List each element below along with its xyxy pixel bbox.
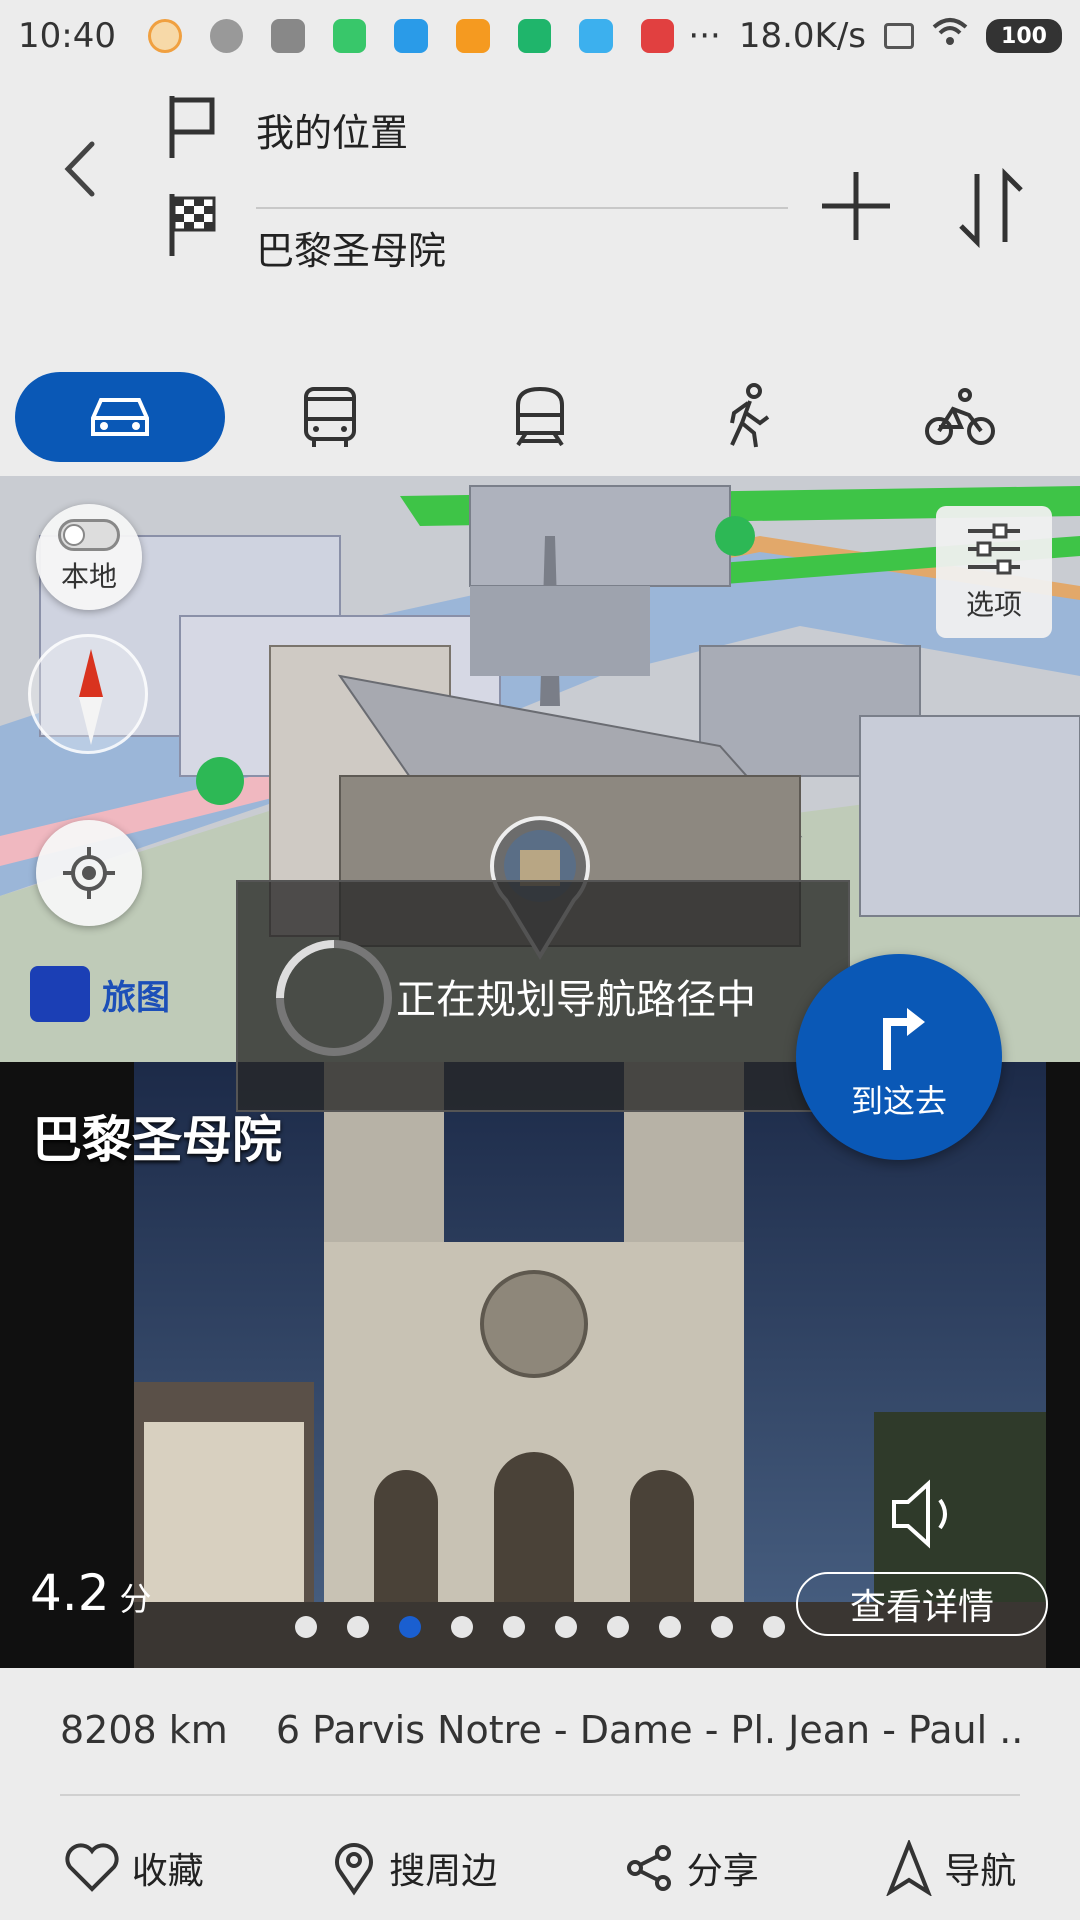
place-info: 8208 km 6 Parvis Notre - Dame - Pl. Jean… <box>0 1668 1080 1920</box>
battery-icon: 100 <box>986 19 1063 53</box>
toast-message: 正在规划导航路径中 <box>396 977 756 1023</box>
address: 6 Parvis Notre - Dame - Pl. Jean - Paul … <box>275 1708 1020 1752</box>
car-icon <box>91 398 149 436</box>
wifi-icon <box>932 16 968 56</box>
tab-walk[interactable] <box>645 372 855 462</box>
plus-icon <box>822 172 890 240</box>
locate-me-button[interactable] <box>36 820 142 926</box>
pager-dot[interactable] <box>763 1616 785 1638</box>
address-row: 8208 km 6 Parvis Notre - Dame - Pl. Jean… <box>60 1708 1020 1752</box>
turn-right-arrow-icon <box>883 1008 925 1070</box>
transport-mode-tabs <box>0 356 1080 476</box>
swap-route-button[interactable] <box>955 167 1027 249</box>
app-orange-icon <box>456 19 490 53</box>
brand-logo-icon <box>30 966 90 1022</box>
bike-icon <box>925 388 995 445</box>
distance: 8208 km <box>60 1708 228 1752</box>
favorite-label: 收藏 <box>131 1851 204 1892</box>
compass-icon[interactable] <box>28 634 148 754</box>
status-bar: 10:40 ··· 18.0K/s 100 <box>0 0 1080 72</box>
app-plane-icon <box>394 19 429 53</box>
local-label: 本地 <box>60 560 117 593</box>
start-location-field[interactable]: 我的位置 <box>256 102 408 157</box>
chevron-left-icon <box>64 141 95 197</box>
bus-icon <box>304 387 356 447</box>
app-red-icon <box>640 19 675 53</box>
swap-icon <box>959 167 1023 249</box>
sim-icon <box>884 23 915 49</box>
search-nearby-button[interactable]: 搜周边 <box>331 1840 497 1896</box>
share-label: 分享 <box>686 1851 759 1892</box>
pager-dot[interactable] <box>503 1616 525 1638</box>
share-button[interactable]: 分享 <box>625 1842 759 1894</box>
view-details-button[interactable]: 查看详情 <box>796 1572 1048 1636</box>
navigate-button[interactable]: 导航 <box>886 1840 1016 1896</box>
tab-train[interactable] <box>435 372 645 462</box>
status-time: 10:40 <box>18 16 116 56</box>
route-planning-toast: 正在规划导航路径中 <box>236 880 850 1112</box>
rating-unit: 分 <box>119 1580 152 1618</box>
app-green-icon <box>332 19 367 53</box>
upload-icon <box>271 19 305 53</box>
rating: 4.2 分 <box>30 1564 152 1622</box>
pager-dot[interactable] <box>711 1616 733 1638</box>
heart-icon <box>65 1843 119 1892</box>
app-teal-icon <box>517 19 552 53</box>
toggle-switch-icon <box>58 519 120 551</box>
back-button[interactable] <box>52 124 108 214</box>
pager-dot[interactable] <box>295 1616 317 1638</box>
app-plane2-icon <box>579 19 613 53</box>
walk-icon <box>730 383 770 448</box>
record-icon <box>209 19 244 53</box>
divider <box>256 207 788 209</box>
nearby-label: 搜周边 <box>389 1851 498 1892</box>
tab-bus[interactable] <box>225 372 435 462</box>
rating-value: 4.2 <box>30 1564 110 1622</box>
go-here-label: 到这去 <box>850 1082 947 1120</box>
share-icon <box>626 1845 671 1891</box>
pager-dot-active[interactable] <box>399 1616 421 1638</box>
photo-pager <box>295 1616 785 1638</box>
add-waypoint-button[interactable] <box>818 168 894 244</box>
speaker-icon <box>892 1479 947 1549</box>
action-bar: 收藏 搜周边 分享 导航 <box>0 1818 1080 1918</box>
navigate-label: 导航 <box>944 1851 1017 1892</box>
tab-car[interactable] <box>15 372 225 462</box>
audio-guide-button[interactable] <box>888 1478 954 1550</box>
tab-bike[interactable] <box>855 372 1065 462</box>
network-speed: 18.0K/s <box>738 16 867 56</box>
pager-dot[interactable] <box>451 1616 473 1638</box>
emoji-icon <box>147 19 182 53</box>
sliders-icon <box>968 523 1020 575</box>
crosshair-icon <box>63 847 115 899</box>
end-flag-icon <box>166 190 222 260</box>
pager-dot[interactable] <box>555 1616 577 1638</box>
favorite-button[interactable]: 收藏 <box>64 1842 204 1894</box>
options-button[interactable]: 选项 <box>936 506 1052 638</box>
brand-label: 旅图 <box>102 977 170 1018</box>
go-here-button[interactable]: 到这去 <box>796 954 1002 1160</box>
pager-dot[interactable] <box>607 1616 629 1638</box>
options-label: 选项 <box>965 588 1022 621</box>
location-pin-icon <box>335 1843 374 1896</box>
pager-dot[interactable] <box>347 1616 369 1638</box>
start-flag-icon <box>166 92 222 162</box>
local-toggle-button[interactable]: 本地 <box>36 504 142 610</box>
pager-dot[interactable] <box>659 1616 681 1638</box>
brand-badge: 旅图 <box>30 966 170 1022</box>
train-icon <box>516 386 564 447</box>
destination-field[interactable]: 巴黎圣母院 <box>256 220 446 275</box>
loading-spinner-icon <box>276 940 392 1056</box>
more-notifications: ··· <box>688 16 721 56</box>
divider <box>60 1794 1020 1796</box>
navigation-arrow-icon <box>886 1840 932 1896</box>
route-header: 我的位置 巴黎圣母院 <box>0 72 1080 356</box>
